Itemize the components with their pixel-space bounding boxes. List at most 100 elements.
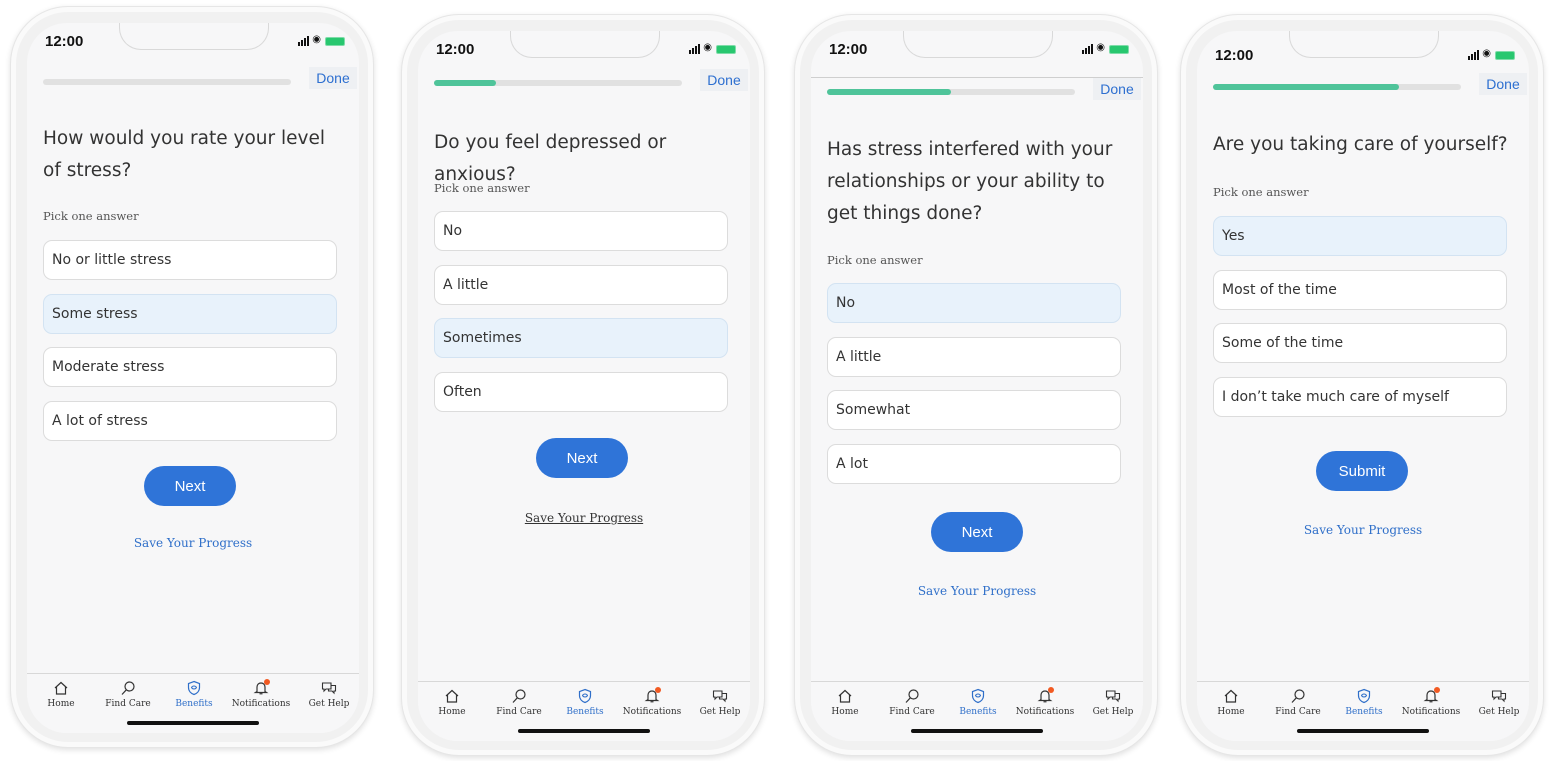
save-progress-link[interactable]: Save Your Progress <box>811 584 1143 598</box>
tab-label: Home <box>831 707 859 717</box>
shield-icon <box>553 688 617 706</box>
tab-get-help[interactable]: Get Help <box>688 688 750 717</box>
tab-label: Benefits <box>959 707 997 717</box>
answer-option[interactable]: Moderate stress <box>43 347 337 387</box>
tab-home[interactable]: Home <box>29 680 93 709</box>
answer-option[interactable]: I don’t take much care of myself <box>1213 376 1507 417</box>
answer-option[interactable]: A little <box>434 264 728 305</box>
tab-label: Notifications <box>1401 707 1461 717</box>
tab-benefits[interactable]: Benefits <box>553 688 617 717</box>
save-progress-link[interactable]: Save Your Progress <box>418 511 750 525</box>
answer-option[interactable]: Some stress <box>43 293 337 334</box>
next-button[interactable]: Next <box>931 512 1023 552</box>
answer-option[interactable]: Most of the time <box>1213 269 1507 310</box>
answer-instruction: Pick one answer <box>1213 185 1309 199</box>
search-icon <box>880 688 944 706</box>
done-button[interactable]: Done <box>1479 73 1527 95</box>
status-icons: ◉ <box>676 42 736 54</box>
app-screen: 12:00 ◉ Done Are you taking care of your… <box>1197 31 1529 741</box>
answer-option[interactable]: Often <box>434 371 728 412</box>
answer-instruction: Pick one answer <box>434 181 530 195</box>
tab-home[interactable]: Home <box>420 688 484 717</box>
answer-option[interactable]: A lot of stress <box>43 400 337 441</box>
save-progress-link[interactable]: Save Your Progress <box>1197 523 1529 537</box>
answer-option[interactable]: Sometimes <box>434 318 728 358</box>
search-icon <box>96 680 160 698</box>
answer-option[interactable]: No or little stress <box>43 240 337 280</box>
tab-notifications[interactable]: Notifications <box>620 687 684 717</box>
answer-option[interactable]: A lot <box>827 443 1121 484</box>
bell-icon <box>1013 687 1077 706</box>
tab-label: Notifications <box>622 707 682 717</box>
tab-get-help[interactable]: Get Help <box>1081 688 1143 717</box>
progress-fill <box>827 89 951 95</box>
signal-icon <box>689 44 702 54</box>
device-notch <box>510 31 660 58</box>
status-icons: ◉ <box>1069 43 1129 54</box>
phone-screen-3: 12:00 ◉ Done Has stress interfered with … <box>794 14 1158 756</box>
tab-home[interactable]: Home <box>813 688 877 717</box>
tab-label: Notifications <box>231 699 291 709</box>
answer-list: Yes Most of the time Some of the time I … <box>1213 216 1507 430</box>
tab-find-care[interactable]: Find Care <box>880 688 944 717</box>
signal-icon <box>1468 50 1481 60</box>
tab-benefits[interactable]: Benefits <box>1332 688 1396 717</box>
shield-icon <box>946 688 1010 706</box>
status-time: 12:00 <box>45 33 84 50</box>
notification-badge <box>655 687 661 693</box>
answer-option[interactable]: Yes <box>1213 216 1507 256</box>
answer-option[interactable]: Some of the time <box>1213 323 1507 363</box>
answer-option[interactable]: Somewhat <box>827 390 1121 430</box>
progress-bar <box>827 89 1075 95</box>
wifi-icon: ◉ <box>312 34 321 45</box>
done-button[interactable]: Done <box>1093 78 1141 100</box>
tab-notifications[interactable]: Notifications <box>1399 687 1463 717</box>
tab-find-care[interactable]: Find Care <box>487 688 551 717</box>
device-notch <box>119 23 269 50</box>
tab-label: Find Care <box>889 707 935 717</box>
tab-label: Get Help <box>1478 707 1520 717</box>
save-progress-link[interactable]: Save Your Progress <box>27 536 359 550</box>
tab-label: Notifications <box>1015 707 1075 717</box>
answer-option[interactable]: No <box>827 283 1121 323</box>
tab-find-care[interactable]: Find Care <box>96 680 160 709</box>
answer-instruction: Pick one answer <box>43 209 139 223</box>
home-icon <box>813 688 877 706</box>
home-indicator <box>1297 729 1429 733</box>
shield-icon <box>1332 688 1396 706</box>
progress-bar <box>43 79 291 85</box>
tab-find-care[interactable]: Find Care <box>1266 688 1330 717</box>
wifi-icon: ◉ <box>703 42 712 53</box>
status-time: 12:00 <box>829 41 868 58</box>
notification-badge <box>1048 687 1054 693</box>
home-icon <box>1199 688 1263 706</box>
answer-instruction: Pick one answer <box>827 253 923 267</box>
tab-label: Home <box>1217 707 1245 717</box>
tab-label: Get Help <box>699 707 741 717</box>
done-button[interactable]: Done <box>700 69 748 91</box>
answer-list: No or little stress Some stress Moderate… <box>43 240 337 454</box>
tab-notifications[interactable]: Notifications <box>229 679 293 709</box>
done-button[interactable]: Done <box>309 67 357 89</box>
answer-option[interactable]: A little <box>827 336 1121 377</box>
home-icon <box>29 680 93 698</box>
answer-option[interactable]: No <box>434 211 728 251</box>
chat-icon <box>1081 688 1143 706</box>
tab-label: Home <box>47 699 75 709</box>
tab-benefits[interactable]: Benefits <box>162 680 226 709</box>
progress-bar <box>434 80 682 86</box>
tab-benefits[interactable]: Benefits <box>946 688 1010 717</box>
tab-home[interactable]: Home <box>1199 688 1263 717</box>
submit-button[interactable]: Submit <box>1316 451 1408 491</box>
tab-label: Home <box>438 707 466 717</box>
tab-label: Find Care <box>105 699 151 709</box>
tab-notifications[interactable]: Notifications <box>1013 687 1077 717</box>
battery-icon <box>716 45 736 54</box>
tab-label: Benefits <box>566 707 604 717</box>
next-button[interactable]: Next <box>536 438 628 478</box>
home-indicator <box>518 729 650 733</box>
answer-list: No A little Somewhat A lot <box>827 283 1121 497</box>
tab-get-help[interactable]: Get Help <box>1467 688 1529 717</box>
tab-get-help[interactable]: Get Help <box>297 680 359 709</box>
next-button[interactable]: Next <box>144 466 236 506</box>
